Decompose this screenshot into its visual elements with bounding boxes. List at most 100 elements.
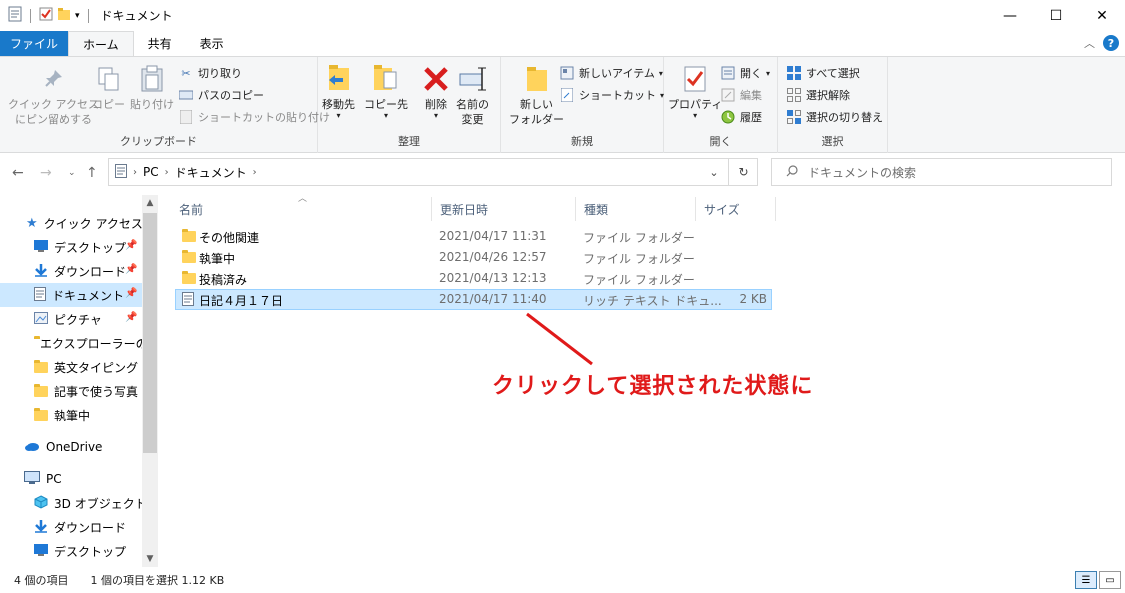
invert-selection-icon bbox=[786, 109, 802, 125]
nav-quick-access[interactable]: ★ クイック アクセス bbox=[0, 211, 142, 235]
pictures-icon bbox=[34, 311, 48, 327]
history-button[interactable]: 履歴 bbox=[720, 107, 762, 127]
title-bar: ▾ ドキュメント — ☐ ✕ bbox=[0, 0, 1125, 31]
file-name: その他関連 bbox=[199, 231, 260, 245]
select-all-button[interactable]: すべて選択 bbox=[786, 63, 860, 83]
rename-button[interactable]: 名前の 変更 bbox=[456, 63, 489, 127]
tab-file[interactable]: ファイル bbox=[0, 31, 69, 56]
document-icon bbox=[34, 286, 46, 304]
file-type: リッチ テキスト ドキュ... bbox=[583, 294, 722, 308]
copy-to-button[interactable]: コピー先 ▾ bbox=[364, 63, 408, 120]
minimize-button[interactable]: — bbox=[987, 0, 1033, 31]
edit-icon bbox=[720, 87, 736, 103]
new-group: 新しい フォルダー 新しいアイテム ▾ ショートカット ▾ 新規 bbox=[501, 57, 664, 153]
paste-shortcut-button[interactable]: ショートカットの貼り付け bbox=[178, 107, 330, 127]
paste-button[interactable]: 貼り付け bbox=[130, 63, 174, 112]
edit-button[interactable]: 編集 bbox=[720, 85, 762, 105]
large-icons-view-icon[interactable]: ▭ bbox=[1099, 571, 1121, 589]
nav-item-downloads[interactable]: ダウンロード bbox=[0, 259, 142, 283]
new-item-button[interactable]: 新しいアイテム ▾ bbox=[559, 63, 663, 83]
column-header-size[interactable]: サイズ bbox=[696, 197, 776, 221]
nav-item-pc-downloads[interactable]: ダウンロード bbox=[0, 515, 142, 539]
move-to-button[interactable]: 移動先 ▾ bbox=[322, 63, 355, 120]
close-button[interactable]: ✕ bbox=[1079, 0, 1125, 31]
nav-item-folder[interactable]: 英文タイピング bbox=[0, 355, 142, 379]
refresh-icon[interactable]: ↻ bbox=[728, 158, 758, 186]
column-header-date[interactable]: 更新日時 bbox=[432, 197, 576, 221]
collapse-ribbon-icon[interactable]: ︿ bbox=[1084, 35, 1095, 51]
delete-button[interactable]: 削除 ▾ bbox=[420, 63, 452, 120]
address-dropdown-icon[interactable]: ⌄ bbox=[700, 158, 728, 186]
details-view-icon[interactable]: ☰ bbox=[1075, 571, 1097, 589]
desktop-icon bbox=[34, 239, 48, 255]
search-box[interactable]: ドキュメントの検索 bbox=[771, 158, 1112, 186]
column-header-type[interactable]: 種類 bbox=[576, 197, 696, 221]
select-none-button[interactable]: 選択解除 bbox=[786, 85, 850, 105]
breadcrumb-pc[interactable]: PC bbox=[143, 165, 159, 179]
customize-dropdown-icon[interactable]: ▾ bbox=[75, 11, 80, 21]
search-placeholder: ドキュメントの検索 bbox=[808, 165, 917, 180]
path-icon bbox=[178, 87, 194, 103]
desktop-icon bbox=[34, 543, 48, 559]
properties-button[interactable]: プロパティ ▾ bbox=[668, 63, 722, 120]
table-row[interactable]: その他関連 2021/04/17 11:31 ファイル フォルダー bbox=[175, 226, 772, 247]
rich-text-document-icon bbox=[182, 292, 194, 309]
help-icon[interactable]: ? bbox=[1103, 35, 1119, 51]
nav-item-folder[interactable]: 記事で使う写真 bbox=[0, 379, 142, 403]
nav-scrollbar[interactable]: ▲ ▼ bbox=[142, 195, 158, 567]
open-group-label: 開く bbox=[709, 135, 732, 148]
scroll-down-icon[interactable]: ▼ bbox=[142, 551, 158, 567]
recent-locations-icon[interactable]: ⌄ bbox=[68, 168, 76, 178]
open-icon bbox=[720, 65, 736, 81]
tab-view[interactable]: 表示 bbox=[186, 31, 238, 56]
nav-item-pictures[interactable]: ピクチャ bbox=[0, 307, 142, 331]
easy-access-button[interactable]: ショートカット ▾ bbox=[559, 85, 664, 105]
table-row[interactable]: 執筆中 2021/04/26 12:57 ファイル フォルダー bbox=[175, 247, 772, 268]
new-folder-button[interactable]: 新しい フォルダー bbox=[509, 63, 564, 127]
view-toggle: ☰ ▭ bbox=[1075, 571, 1121, 589]
up-arrow-icon[interactable]: ↑ bbox=[86, 165, 98, 181]
forward-arrow-icon[interactable]: → bbox=[40, 165, 52, 181]
tab-home[interactable]: ホーム bbox=[68, 31, 134, 56]
nav-item-documents[interactable]: ドキュメント bbox=[0, 283, 142, 307]
back-arrow-icon[interactable]: ← bbox=[12, 165, 24, 181]
folder-icon bbox=[34, 359, 48, 373]
address-bar[interactable]: › PC › ドキュメント › bbox=[108, 158, 758, 186]
copy-path-button[interactable]: パスのコピー bbox=[178, 85, 264, 105]
pin-icon bbox=[45, 70, 63, 87]
nav-item-folder[interactable]: 執筆中 bbox=[0, 403, 142, 427]
table-row-selected[interactable]: 日記４月１７日 2021/04/17 11:40 リッチ テキスト ドキュ...… bbox=[175, 289, 772, 310]
cut-button[interactable]: ✂ 切り取り bbox=[178, 63, 242, 83]
scroll-up-icon[interactable]: ▲ bbox=[142, 195, 158, 211]
copy-button[interactable]: コピー bbox=[92, 63, 125, 112]
properties-icon[interactable] bbox=[39, 7, 53, 24]
column-header-name[interactable]: 名前 bbox=[171, 197, 432, 221]
shortcut-icon bbox=[559, 87, 575, 103]
move-to-icon bbox=[328, 65, 349, 90]
file-date: 2021/04/13 12:13 bbox=[439, 271, 547, 285]
table-row[interactable]: 投稿済み 2021/04/13 12:13 ファイル フォルダー bbox=[175, 268, 772, 289]
pin-quick-access-button[interactable]: クイック アクセス にピン留めする bbox=[8, 63, 99, 127]
file-name: 執筆中 bbox=[199, 252, 236, 266]
nav-item-desktop[interactable]: デスクトップ bbox=[0, 235, 142, 259]
clipboard-group: クイック アクセス にピン留めする コピー 貼り付け ✂ 切り取り パスのコピー… bbox=[0, 57, 330, 153]
nav-item-pc-desktop[interactable]: デスクトップ bbox=[0, 539, 142, 563]
download-arrow-icon bbox=[34, 519, 48, 536]
nav-item-pc[interactable]: PC bbox=[0, 467, 142, 491]
pin-icon: 📌 bbox=[125, 288, 138, 299]
breadcrumb-documents[interactable]: ドキュメント bbox=[175, 164, 247, 181]
nav-item-onedrive[interactable]: OneDrive bbox=[0, 435, 142, 459]
maximize-button[interactable]: ☐ bbox=[1033, 0, 1079, 31]
nav-item-folder[interactable]: エクスプローラーの使 bbox=[0, 331, 142, 355]
document-icon[interactable] bbox=[8, 6, 22, 25]
scroll-thumb[interactable] bbox=[143, 213, 157, 453]
file-name: 投稿済み bbox=[199, 273, 248, 287]
open-button[interactable]: 開く ▾ bbox=[720, 63, 770, 83]
tab-share[interactable]: 共有 bbox=[134, 31, 186, 56]
new-folder-icon[interactable] bbox=[57, 7, 71, 24]
history-icon bbox=[720, 109, 736, 125]
scissors-icon: ✂ bbox=[181, 66, 191, 80]
nav-item-3d-objects[interactable]: 3D オブジェクト bbox=[0, 491, 142, 515]
star-icon: ★ bbox=[26, 215, 38, 231]
invert-selection-button[interactable]: 選択の切り替え bbox=[786, 107, 883, 127]
